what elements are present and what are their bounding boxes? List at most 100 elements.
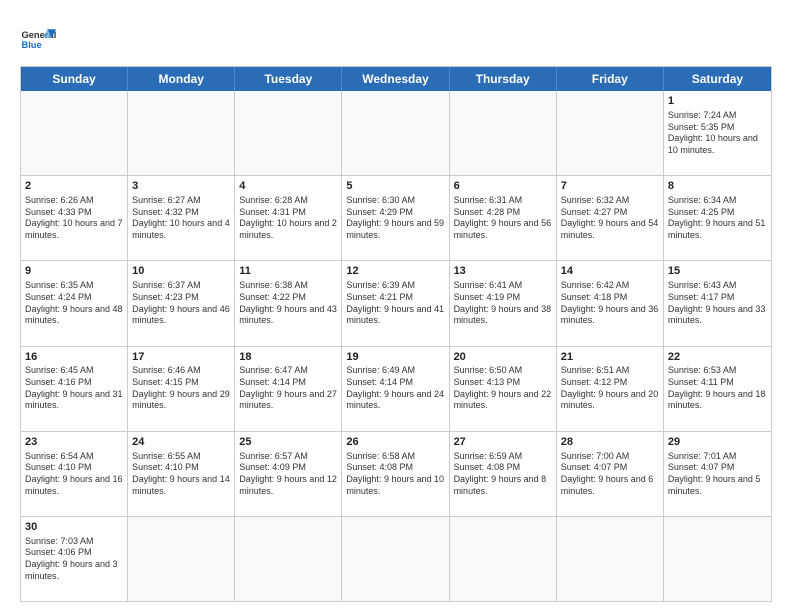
day-info: Sunrise: 6:58 AM Sunset: 4:08 PM Dayligh…: [346, 451, 444, 498]
day-number: 26: [346, 435, 444, 450]
day-number: 12: [346, 264, 444, 279]
day-number: 25: [239, 435, 337, 450]
empty-cell-r0c0: [21, 91, 128, 175]
day-info: Sunrise: 6:42 AM Sunset: 4:18 PM Dayligh…: [561, 280, 659, 327]
day-cell-4: 4Sunrise: 6:28 AM Sunset: 4:31 PM Daylig…: [235, 176, 342, 260]
general-blue-logo-icon: General Blue: [20, 22, 56, 58]
day-number: 29: [668, 435, 767, 450]
header-day-tuesday: Tuesday: [235, 67, 342, 91]
day-cell-15: 15Sunrise: 6:43 AM Sunset: 4:17 PM Dayli…: [664, 261, 771, 345]
day-info: Sunrise: 6:35 AM Sunset: 4:24 PM Dayligh…: [25, 280, 123, 327]
day-number: 20: [454, 350, 552, 365]
logo: General Blue: [20, 22, 56, 58]
day-cell-18: 18Sunrise: 6:47 AM Sunset: 4:14 PM Dayli…: [235, 347, 342, 431]
header-day-friday: Friday: [557, 67, 664, 91]
header-day-monday: Monday: [128, 67, 235, 91]
day-cell-12: 12Sunrise: 6:39 AM Sunset: 4:21 PM Dayli…: [342, 261, 449, 345]
day-cell-25: 25Sunrise: 6:57 AM Sunset: 4:09 PM Dayli…: [235, 432, 342, 516]
header-day-thursday: Thursday: [450, 67, 557, 91]
empty-cell-r5c1: [128, 517, 235, 601]
day-info: Sunrise: 6:54 AM Sunset: 4:10 PM Dayligh…: [25, 451, 123, 498]
day-cell-14: 14Sunrise: 6:42 AM Sunset: 4:18 PM Dayli…: [557, 261, 664, 345]
day-info: Sunrise: 6:51 AM Sunset: 4:12 PM Dayligh…: [561, 365, 659, 412]
empty-cell-r5c2: [235, 517, 342, 601]
day-info: Sunrise: 6:34 AM Sunset: 4:25 PM Dayligh…: [668, 195, 767, 242]
day-info: Sunrise: 6:41 AM Sunset: 4:19 PM Dayligh…: [454, 280, 552, 327]
calendar-body: 1Sunrise: 7:24 AM Sunset: 5:35 PM Daylig…: [21, 91, 771, 601]
day-number: 8: [668, 179, 767, 194]
day-info: Sunrise: 6:32 AM Sunset: 4:27 PM Dayligh…: [561, 195, 659, 242]
calendar-row-3: 16Sunrise: 6:45 AM Sunset: 4:16 PM Dayli…: [21, 346, 771, 431]
day-number: 22: [668, 350, 767, 365]
day-cell-23: 23Sunrise: 6:54 AM Sunset: 4:10 PM Dayli…: [21, 432, 128, 516]
calendar-row-1: 2Sunrise: 6:26 AM Sunset: 4:33 PM Daylig…: [21, 175, 771, 260]
day-cell-1: 1Sunrise: 7:24 AM Sunset: 5:35 PM Daylig…: [664, 91, 771, 175]
empty-cell-r0c3: [342, 91, 449, 175]
day-cell-8: 8Sunrise: 6:34 AM Sunset: 4:25 PM Daylig…: [664, 176, 771, 260]
day-cell-20: 20Sunrise: 6:50 AM Sunset: 4:13 PM Dayli…: [450, 347, 557, 431]
day-info: Sunrise: 6:53 AM Sunset: 4:11 PM Dayligh…: [668, 365, 767, 412]
day-cell-13: 13Sunrise: 6:41 AM Sunset: 4:19 PM Dayli…: [450, 261, 557, 345]
day-number: 28: [561, 435, 659, 450]
day-number: 23: [25, 435, 123, 450]
day-info: Sunrise: 7:24 AM Sunset: 5:35 PM Dayligh…: [668, 110, 767, 157]
day-cell-10: 10Sunrise: 6:37 AM Sunset: 4:23 PM Dayli…: [128, 261, 235, 345]
empty-cell-r5c6: [664, 517, 771, 601]
day-number: 11: [239, 264, 337, 279]
day-cell-11: 11Sunrise: 6:38 AM Sunset: 4:22 PM Dayli…: [235, 261, 342, 345]
day-info: Sunrise: 6:30 AM Sunset: 4:29 PM Dayligh…: [346, 195, 444, 242]
day-number: 3: [132, 179, 230, 194]
header-day-wednesday: Wednesday: [342, 67, 449, 91]
day-number: 9: [25, 264, 123, 279]
day-number: 24: [132, 435, 230, 450]
day-number: 6: [454, 179, 552, 194]
day-number: 21: [561, 350, 659, 365]
day-cell-19: 19Sunrise: 6:49 AM Sunset: 4:14 PM Dayli…: [342, 347, 449, 431]
day-number: 16: [25, 350, 123, 365]
day-info: Sunrise: 7:00 AM Sunset: 4:07 PM Dayligh…: [561, 451, 659, 498]
day-info: Sunrise: 6:47 AM Sunset: 4:14 PM Dayligh…: [239, 365, 337, 412]
day-cell-6: 6Sunrise: 6:31 AM Sunset: 4:28 PM Daylig…: [450, 176, 557, 260]
empty-cell-r5c5: [557, 517, 664, 601]
calendar-header-row: SundayMondayTuesdayWednesdayThursdayFrid…: [21, 67, 771, 91]
day-cell-16: 16Sunrise: 6:45 AM Sunset: 4:16 PM Dayli…: [21, 347, 128, 431]
calendar-row-2: 9Sunrise: 6:35 AM Sunset: 4:24 PM Daylig…: [21, 260, 771, 345]
day-info: Sunrise: 6:49 AM Sunset: 4:14 PM Dayligh…: [346, 365, 444, 412]
day-number: 10: [132, 264, 230, 279]
day-cell-29: 29Sunrise: 7:01 AM Sunset: 4:07 PM Dayli…: [664, 432, 771, 516]
empty-cell-r5c3: [342, 517, 449, 601]
calendar-row-0: 1Sunrise: 7:24 AM Sunset: 5:35 PM Daylig…: [21, 91, 771, 175]
day-cell-17: 17Sunrise: 6:46 AM Sunset: 4:15 PM Dayli…: [128, 347, 235, 431]
day-number: 30: [25, 520, 123, 535]
day-number: 4: [239, 179, 337, 194]
day-cell-3: 3Sunrise: 6:27 AM Sunset: 4:32 PM Daylig…: [128, 176, 235, 260]
day-info: Sunrise: 7:01 AM Sunset: 4:07 PM Dayligh…: [668, 451, 767, 498]
empty-cell-r0c5: [557, 91, 664, 175]
day-number: 27: [454, 435, 552, 450]
day-cell-27: 27Sunrise: 6:59 AM Sunset: 4:08 PM Dayli…: [450, 432, 557, 516]
day-number: 17: [132, 350, 230, 365]
svg-text:Blue: Blue: [21, 40, 41, 50]
page-header: General Blue: [20, 18, 772, 58]
day-cell-5: 5Sunrise: 6:30 AM Sunset: 4:29 PM Daylig…: [342, 176, 449, 260]
day-number: 15: [668, 264, 767, 279]
day-info: Sunrise: 6:55 AM Sunset: 4:10 PM Dayligh…: [132, 451, 230, 498]
day-number: 13: [454, 264, 552, 279]
day-cell-2: 2Sunrise: 6:26 AM Sunset: 4:33 PM Daylig…: [21, 176, 128, 260]
header-day-sunday: Sunday: [21, 67, 128, 91]
day-cell-24: 24Sunrise: 6:55 AM Sunset: 4:10 PM Dayli…: [128, 432, 235, 516]
day-info: Sunrise: 6:46 AM Sunset: 4:15 PM Dayligh…: [132, 365, 230, 412]
day-cell-21: 21Sunrise: 6:51 AM Sunset: 4:12 PM Dayli…: [557, 347, 664, 431]
calendar-row-4: 23Sunrise: 6:54 AM Sunset: 4:10 PM Dayli…: [21, 431, 771, 516]
calendar-row-5: 30Sunrise: 7:03 AM Sunset: 4:06 PM Dayli…: [21, 516, 771, 601]
day-info: Sunrise: 6:59 AM Sunset: 4:08 PM Dayligh…: [454, 451, 552, 498]
day-number: 1: [668, 94, 767, 109]
day-number: 14: [561, 264, 659, 279]
day-info: Sunrise: 6:26 AM Sunset: 4:33 PM Dayligh…: [25, 195, 123, 242]
day-cell-9: 9Sunrise: 6:35 AM Sunset: 4:24 PM Daylig…: [21, 261, 128, 345]
empty-cell-r0c1: [128, 91, 235, 175]
day-number: 5: [346, 179, 444, 194]
day-cell-30: 30Sunrise: 7:03 AM Sunset: 4:06 PM Dayli…: [21, 517, 128, 601]
day-cell-22: 22Sunrise: 6:53 AM Sunset: 4:11 PM Dayli…: [664, 347, 771, 431]
day-info: Sunrise: 6:37 AM Sunset: 4:23 PM Dayligh…: [132, 280, 230, 327]
